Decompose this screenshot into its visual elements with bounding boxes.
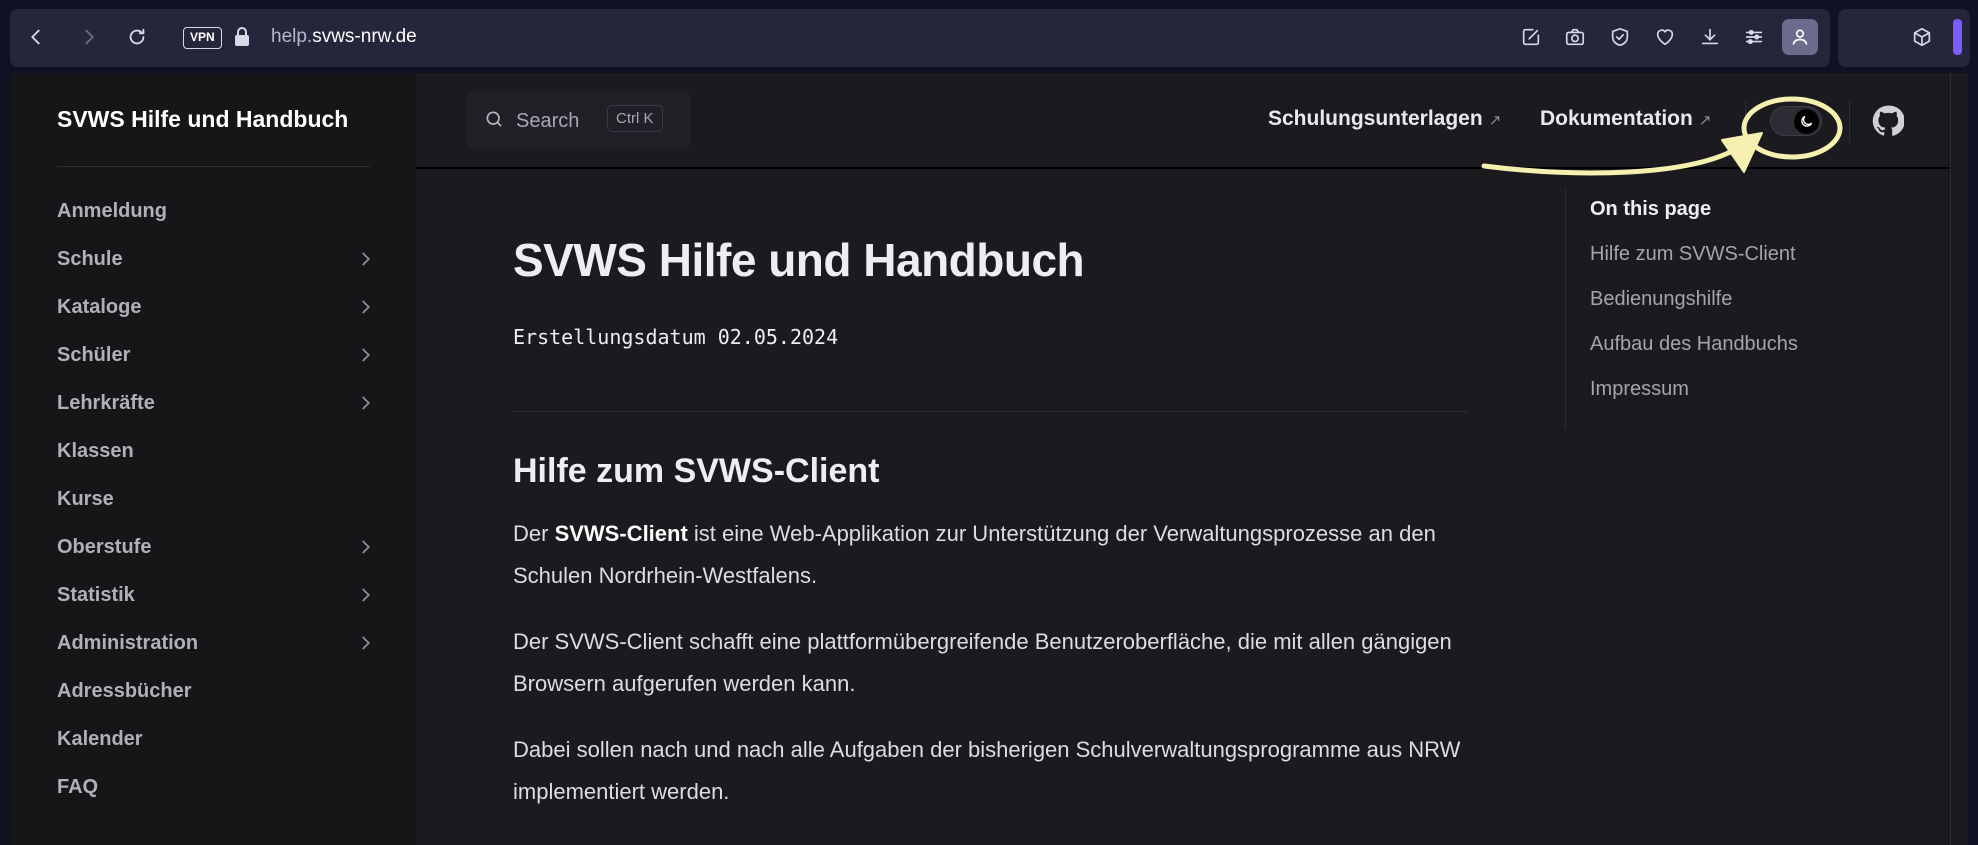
sidebar-item-label: Anmeldung [57,199,167,222]
scrollbar[interactable] [1950,73,1968,845]
toc-item[interactable]: Impressum [1590,378,1895,401]
sidebar-item[interactable]: Administration [57,619,377,667]
toc-item[interactable]: Bedienungshilfe [1590,288,1895,311]
chevron-right-icon[interactable] [355,392,377,414]
sidebar-item-label: Kurse [57,487,114,510]
lock-icon[interactable] [232,26,252,53]
nav-divider [1849,101,1850,143]
sidebar-item[interactable]: Anmeldung [57,187,377,235]
top-navigation: Search Ctrl K Schulungsunterlagen ↗ Dokum… [416,73,1968,169]
search-icon [484,109,504,134]
table-of-contents: On this page Hilfe zum SVWS-Client Bedie… [1565,189,1895,429]
toc-title: On this page [1590,198,1712,220]
paragraph-1: Der SVWS-Client ist eine Web-Applikation… [513,521,1436,588]
shield-icon[interactable] [1605,22,1635,52]
link-schulungsunterlagen[interactable]: Schulungsunterlagen ↗ [1268,107,1501,131]
sidebar-item[interactable]: Klassen [57,427,377,475]
moon-icon [1794,109,1819,134]
sidebar: SVWS Hilfe und Handbuch Anmeldung Schule K… [10,73,416,845]
sidebar-item[interactable]: Kataloge [57,283,377,331]
sidebar-item[interactable]: Kurse [57,475,377,523]
forward-icon[interactable] [74,22,104,52]
sidebar-item[interactable]: Statistik [57,571,377,619]
search-shortcut: Ctrl K [607,105,663,132]
sidebar-item[interactable]: Kalender [57,715,377,763]
creation-date: Erstellungsdatum 02.05.2024 [513,325,839,349]
address-bar-url[interactable]: help.svws-nrw.de [271,26,417,48]
cube-icon[interactable] [1907,22,1937,52]
sidebar-item-label: Lehrkräfte [57,391,155,414]
sidebar-item-label: Statistik [57,583,135,606]
web-page: SVWS Hilfe und Handbuch Anmeldung Schule K… [10,73,1968,845]
profile-icon[interactable] [1782,19,1818,55]
heart-icon[interactable] [1650,22,1680,52]
sidebar-item[interactable]: Oberstufe [57,523,377,571]
github-icon[interactable] [1872,105,1905,142]
sidebar-item-label: Kalender [57,727,143,750]
search-label: Search [516,110,580,132]
sidebar-item-label: Schule [57,247,123,270]
download-icon[interactable] [1695,22,1725,52]
sliders-icon[interactable] [1739,22,1769,52]
chevron-right-icon[interactable] [355,584,377,606]
chevron-right-icon[interactable] [355,248,377,270]
back-icon[interactable] [21,22,51,52]
sidebar-item-label: Administration [57,631,199,654]
search-button[interactable]: Search Ctrl K [466,91,691,149]
vpn-badge[interactable]: VPN [183,27,222,49]
sidebar-nav: Anmeldung Schule Kataloge Schüler Lehrkräfte… [57,187,377,811]
toc-item[interactable]: Aufbau des Handbuchs [1590,333,1895,356]
page-title: SVWS Hilfe und Handbuch [513,234,1085,286]
paragraph-2: Der SVWS-Client schafft eine plattformüb… [513,629,1452,696]
reload-icon[interactable] [122,22,152,52]
edit-icon[interactable] [1516,22,1546,52]
chevron-right-icon[interactable] [355,536,377,558]
sidebar-item-label: FAQ [57,775,99,798]
sidebar-item[interactable]: Schüler [57,331,377,379]
sidebar-item-label: Klassen [57,439,134,462]
sidebar-item[interactable]: Adressbücher [57,667,377,715]
dark-mode-toggle[interactable] [1770,106,1822,136]
sidebar-item-label: Schüler [57,343,131,366]
chevron-right-icon[interactable] [355,632,377,654]
sidebar-item[interactable]: FAQ [57,763,377,811]
toc-item[interactable]: Hilfe zum SVWS-Client [1590,243,1895,266]
sidebar-item[interactable]: Lehrkräfte [57,379,377,427]
sidebar-item[interactable]: Schule [57,235,377,283]
chevron-right-icon[interactable] [355,344,377,366]
nav-divider [1745,101,1746,143]
browser-extension-bar [1838,9,1970,67]
camera-icon[interactable] [1560,22,1590,52]
section-heading: Hilfe zum SVWS-Client [513,452,880,490]
link-dokumentation[interactable]: Dokumentation ↗ [1540,107,1711,131]
sidebar-item-label: Oberstufe [57,535,152,558]
main-content: SVWS Hilfe und Handbuch Erstellungsdatum… [513,233,1468,813]
external-link-icon: ↗ [1698,112,1712,129]
chevron-right-icon[interactable] [355,296,377,318]
sidebar-divider [57,166,370,167]
content-divider [513,411,1468,412]
external-link-icon: ↗ [1488,112,1502,129]
sidebar-item-label: Kataloge [57,295,142,318]
sidebar-accent-indicator [1953,19,1962,55]
paragraph-3: Dabei sollen nach und nach alle Aufgaben… [513,737,1461,804]
sidebar-item-label: Adressbücher [57,679,192,702]
site-title[interactable]: SVWS Hilfe und Handbuch [57,106,348,133]
